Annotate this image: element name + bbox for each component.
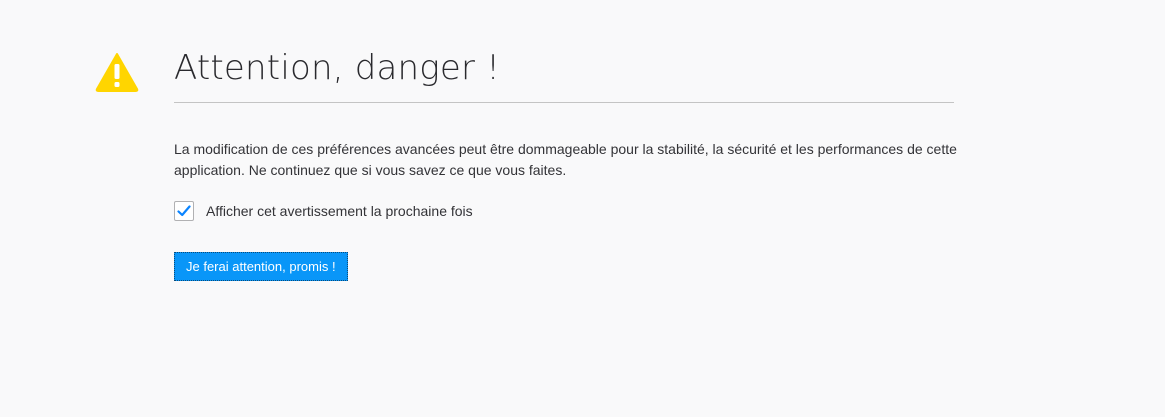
show-warning-checkbox-label[interactable]: Afficher cet avertissement la prochaine … (206, 203, 473, 219)
title-divider (174, 102, 954, 103)
accept-risk-button[interactable]: Je ferai attention, promis ! (174, 252, 348, 281)
warning-description: La modification de ces préférences avanc… (174, 141, 957, 178)
warning-triangle-icon (95, 52, 139, 92)
page-title: Attention, danger ! (174, 48, 501, 88)
show-warning-checkbox[interactable] (174, 201, 194, 221)
checkmark-icon (177, 205, 191, 217)
show-warning-checkbox-row[interactable]: Afficher cet avertissement la prochaine … (174, 199, 473, 223)
